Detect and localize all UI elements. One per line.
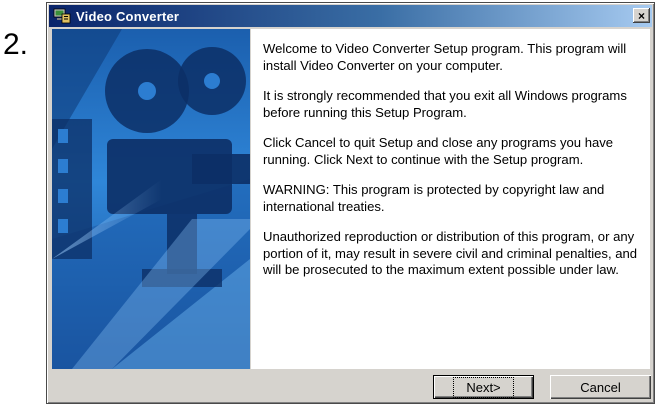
cancel-button[interactable]: Cancel	[550, 375, 651, 399]
copyright-warning-paragraph: WARNING: This program is protected by co…	[263, 182, 605, 214]
close-button[interactable]: ×	[633, 8, 650, 23]
film-projector-illustration	[52, 29, 250, 369]
welcome-text-panel: Welcome to Video Converter Setup program…	[251, 29, 650, 369]
close-icon: ×	[637, 8, 645, 23]
window-title: Video Converter	[76, 8, 180, 24]
legal-notice-paragraph: Unauthorized reproduction or distributio…	[263, 229, 638, 277]
exit-programs-paragraph: It is strongly recommended that you exit…	[263, 88, 627, 120]
step-number: 2.	[3, 28, 29, 61]
instructions-paragraph: Click Cancel to quit Setup and close any…	[263, 135, 614, 167]
next-button[interactable]: Next>	[433, 375, 534, 399]
setup-dialog-window: Video Converter × Welcome to Video Conve…	[46, 2, 655, 404]
title-bar[interactable]: Video Converter ×	[49, 5, 652, 27]
installer-computer-icon	[53, 8, 71, 24]
next-button-label: Next>	[453, 376, 514, 398]
button-bar: Next> Cancel	[49, 369, 652, 401]
welcome-paragraph: Welcome to Video Converter Setup program…	[263, 41, 627, 73]
